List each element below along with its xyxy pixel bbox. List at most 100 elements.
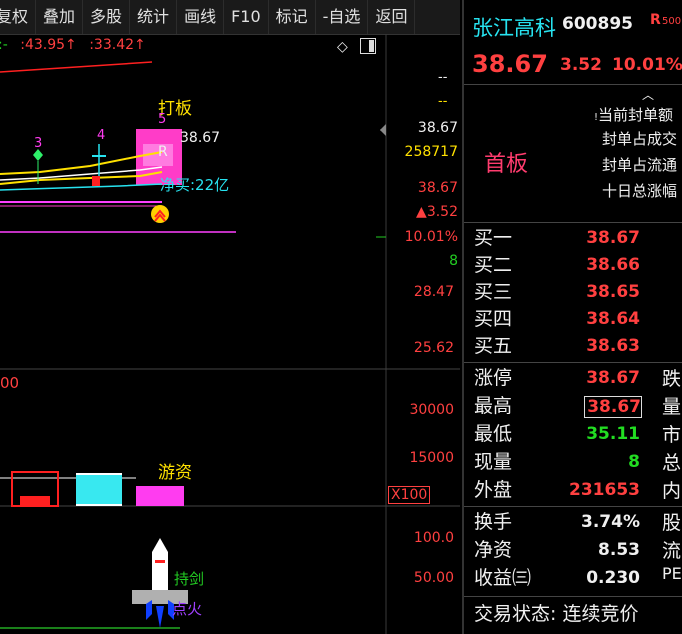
quote-ext-2: 量: [662, 396, 682, 418]
note-2: 封单占成交: [602, 130, 678, 148]
fund-ext-1: 股: [662, 512, 682, 534]
youzi-label: 游资: [158, 463, 192, 483]
quote-label-low: 最低: [474, 423, 513, 445]
toolbar-watchlist-button[interactable]: -自选: [316, 0, 369, 34]
axis-current-price: 38.67: [417, 120, 458, 136]
axis-dash-1: --: [438, 70, 448, 85]
stock-tag-500: 500: [662, 16, 682, 27]
bid-label-2: 买二: [474, 254, 513, 276]
note-1: !当前封单额: [594, 106, 674, 124]
diamond-icon[interactable]: ◇: [337, 39, 348, 55]
quote-label-current-vol: 现量: [474, 451, 513, 473]
quote-value-current-vol: 8: [628, 452, 640, 472]
volume-axis-2: 15000: [409, 450, 454, 466]
r-mark: R: [158, 144, 168, 160]
stock-code: 600895: [562, 14, 633, 34]
fund-value-eps: 0.230: [586, 568, 640, 588]
wave-label-3: 3: [34, 136, 43, 151]
quote-ext-4: 总: [662, 452, 682, 474]
volume-bar-3: [136, 486, 184, 506]
note-4: 十日总涨幅: [602, 182, 678, 200]
current-price-line-label: 38.67: [180, 130, 221, 146]
quote-panel: 张江高科 600895 R 500 38.67 3.52 10.01% ︿ 首板…: [462, 0, 682, 634]
toolbar-back-button[interactable]: 返回: [368, 0, 416, 34]
bid-label-5: 买五: [474, 335, 513, 357]
collapse-chevron-icon[interactable]: ︿: [642, 86, 654, 103]
top-info-v2: :33.42: [89, 37, 135, 53]
fund-value-turnover: 3.74%: [581, 512, 640, 532]
quote-label-high: 最高: [474, 395, 513, 417]
fund-value-net-asset: 8.53: [598, 540, 640, 560]
fund-label-net-asset: 净资: [474, 539, 513, 561]
top-info-v1: :43.95: [20, 37, 66, 53]
toolbar-fuquan-button[interactable]: 复权: [0, 0, 37, 34]
quote-label-outer: 外盘: [474, 479, 513, 501]
axis-count: 8: [449, 253, 458, 269]
toolbar: 复权 叠加 多股 统计 画线 F10 标记 -自选 返回: [0, 0, 460, 35]
toolbar-overlay-button[interactable]: 叠加: [36, 0, 84, 34]
stock-change: 3.52: [560, 55, 602, 75]
panel-toggle-icon[interactable]: [360, 38, 376, 54]
wave-label-4: 4: [97, 128, 106, 143]
board-label: 首板: [484, 152, 529, 177]
trade-status: 交易状态: 连续竞价: [474, 603, 639, 625]
quote-value-high: 38.67: [584, 396, 642, 418]
volume-bar-2: [76, 474, 122, 506]
volume-left-label: 00: [0, 374, 20, 392]
stock-name: 张江高科: [472, 16, 556, 40]
hold-label: 持: [174, 570, 190, 588]
bid-price-1[interactable]: 38.67: [560, 228, 640, 248]
axis-close: 38.67: [417, 180, 458, 196]
chart-canvas: [0, 34, 460, 634]
bid-price-2[interactable]: 38.66: [560, 255, 640, 275]
toolbar-mark-button[interactable]: 标记: [269, 0, 316, 34]
small-candle: [92, 176, 100, 186]
stock-tag-r: R: [650, 12, 661, 28]
axis-price-2: 25.62: [413, 340, 454, 356]
fund-ext-2: 流: [662, 540, 682, 562]
net-buy-label: 净买:22亿: [160, 176, 230, 194]
axis-price-1: 28.47: [413, 284, 454, 300]
quote-value-low: 35.11: [586, 424, 640, 444]
volume-axis-1: 30000: [409, 402, 454, 418]
indicator-axis-2: 50.00: [413, 570, 454, 586]
quote-ext-3: 市: [662, 424, 682, 446]
indicator-top-info: :- :43.95↑ :33.42↑: [0, 37, 146, 53]
fund-ext-3: PE: [662, 564, 682, 583]
bid-price-5[interactable]: 38.63: [560, 336, 640, 356]
toolbar-draw-line-button[interactable]: 画线: [177, 0, 225, 34]
axis-dash-2: --: [438, 94, 448, 109]
bid-price-4[interactable]: 38.64: [560, 309, 640, 329]
toolbar-f10-button[interactable]: F10: [224, 0, 269, 34]
quote-ext-5: 内: [662, 480, 682, 502]
stock-price: 38.67: [472, 50, 548, 78]
quote-value-limit-up: 38.67: [586, 368, 640, 388]
jian-text: 剑: [189, 570, 205, 588]
fund-label-turnover: 换手: [474, 511, 513, 533]
bid-label-1: 买一: [474, 227, 513, 249]
indicator-axis-1: 100.0: [413, 530, 454, 546]
stock-pct: 10.01%: [612, 55, 682, 75]
axis-volume: 258717: [404, 144, 458, 160]
bid-label-4: 买四: [474, 308, 513, 330]
ignite-label: 点火: [172, 600, 203, 618]
ma-line-cyan: [0, 183, 163, 191]
toolbar-multi-stock-button[interactable]: 多股: [83, 0, 131, 34]
bid-price-3[interactable]: 38.65: [560, 282, 640, 302]
bid-label-3: 买三: [474, 281, 513, 303]
axis-change: ▲3.52: [416, 204, 458, 220]
volume-unit-badge: X100: [388, 486, 431, 504]
top-info-prefix: :-: [0, 37, 8, 53]
jian-label: 持剑: [174, 568, 204, 589]
wave-label-5: 5: [158, 112, 167, 127]
fund-label-eps: 收益㈢: [474, 567, 532, 589]
note-3: 封单占流通: [602, 156, 678, 174]
toolbar-stats-button[interactable]: 统计: [130, 0, 178, 34]
quote-ext-1: 跌: [662, 368, 682, 390]
quote-value-outer: 231653: [569, 480, 640, 500]
price-pointer: [380, 124, 386, 136]
axis-pct: 10.01%: [404, 229, 458, 245]
quote-label-limit-up: 涨停: [474, 367, 513, 389]
kline-chart[interactable]: :- :43.95↑ :33.42↑ ◇ 打板 3 4 5 R 38.67 净买…: [0, 34, 460, 634]
trend-line: [0, 61, 153, 73]
